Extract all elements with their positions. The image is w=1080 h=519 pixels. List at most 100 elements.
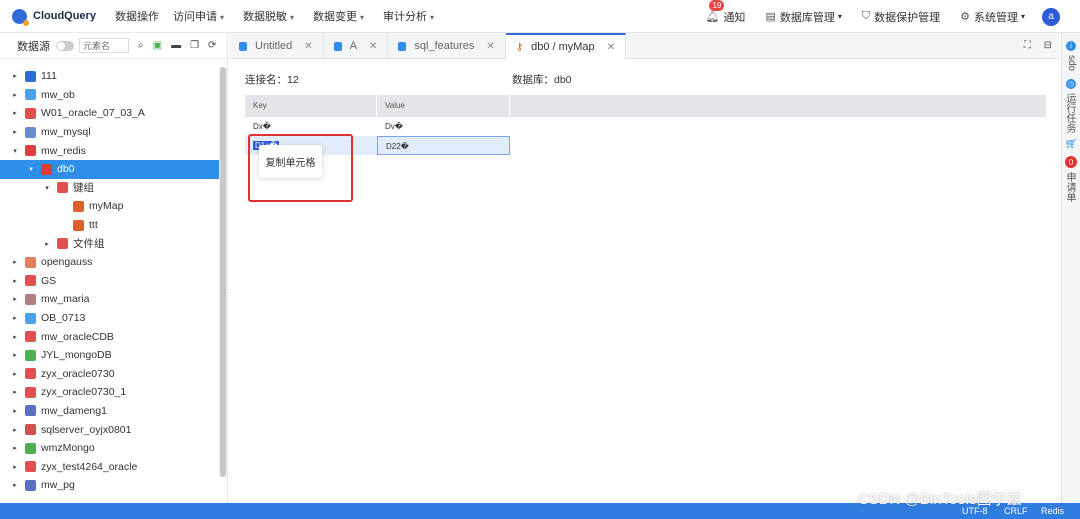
- tree-node[interactable]: ▸ GS: [0, 272, 220, 291]
- avatar[interactable]: a: [1042, 7, 1060, 26]
- nav-item-data-change[interactable]: 数据变更 ▾: [313, 8, 364, 24]
- tree-node[interactable]: ▸ zyx_oracle0730: [0, 365, 220, 384]
- chevron-right-icon[interactable]: ▸: [10, 388, 20, 396]
- table-row[interactable]: Dx� Dv�: [245, 117, 1046, 136]
- close-icon[interactable]: ✕: [369, 41, 377, 52]
- rail-item-sdo[interactable]: sdo: [1065, 55, 1077, 71]
- data-protect-menu[interactable]: ⛉ 数据保护管理: [862, 9, 940, 25]
- tree-node[interactable]: ▸ mw_dameng1: [0, 402, 220, 421]
- tab-a[interactable]: A ✕: [324, 33, 389, 59]
- chevron-right-icon[interactable]: ▸: [10, 277, 20, 285]
- tree-node[interactable]: ▾ 键组: [0, 179, 220, 198]
- grid-header: Key Value: [245, 95, 1046, 117]
- tree-node[interactable]: ▸ mw_ob: [0, 86, 220, 105]
- tree-node[interactable]: ▸ opengauss: [0, 253, 220, 272]
- tree-node[interactable]: ▾ db0: [0, 159, 220, 179]
- sql-file-icon: [333, 41, 342, 51]
- close-icon[interactable]: ✕: [486, 41, 494, 52]
- value-cell[interactable]: D22�: [377, 136, 510, 155]
- close-icon[interactable]: ✕: [304, 41, 312, 52]
- tab-db0-mymap[interactable]: ⚷ db0 / myMap ✕: [505, 33, 627, 59]
- close-icon[interactable]: ✕: [607, 42, 615, 53]
- task-icon[interactable]: ◷: [1066, 79, 1076, 90]
- tree-node[interactable]: ▸ zyx_test4264_oracle: [0, 457, 220, 476]
- refresh-icon[interactable]: ⟳: [208, 40, 216, 51]
- tree-node-label: OB_0713: [41, 312, 86, 325]
- tree-node[interactable]: ▸ sqlserver_oyjx0801: [0, 420, 220, 439]
- search-icon[interactable]: ⌕: [138, 40, 144, 51]
- tab-sql-features[interactable]: sql_features ✕: [388, 33, 506, 59]
- chevron-right-icon[interactable]: ▸: [10, 351, 20, 359]
- element-search-input[interactable]: [79, 38, 129, 53]
- tree-node[interactable]: ▸ mw_oracleCDB: [0, 327, 220, 346]
- tree-node[interactable]: myMap: [0, 197, 220, 216]
- tree-node[interactable]: ▾ mw_redis: [0, 141, 220, 160]
- nav-item-audit[interactable]: 审计分析 ▾: [383, 8, 434, 24]
- tab-label: A: [349, 40, 358, 52]
- new-file-icon[interactable]: ▣: [153, 40, 162, 51]
- tree-node[interactable]: ▸ W01_oracle_07_03_A: [0, 104, 220, 123]
- chevron-right-icon[interactable]: ▸: [10, 91, 20, 99]
- chevron-right-icon[interactable]: ▸: [10, 370, 20, 378]
- rail-item-applications[interactable]: 申请单: [1064, 172, 1077, 202]
- tree-node[interactable]: ▸ zyx_oracle0730_1: [0, 383, 220, 402]
- chevron-right-icon[interactable]: ▸: [10, 258, 20, 266]
- folder-icon[interactable]: ▬: [171, 40, 181, 51]
- chevron-right-icon[interactable]: ▸: [10, 128, 20, 136]
- nav-label: 访问申请: [173, 11, 217, 23]
- app-logo[interactable]: CloudQuery: [12, 8, 115, 26]
- chevron-right-icon[interactable]: ▸: [10, 481, 20, 489]
- copy-icon[interactable]: ❐: [190, 40, 199, 51]
- chevron-right-icon[interactable]: ▸: [10, 109, 20, 117]
- chevron-right-icon[interactable]: ▸: [42, 240, 52, 248]
- tree-node[interactable]: ▸ OB_0713: [0, 309, 220, 328]
- cart-icon[interactable]: 🛒︎: [1062, 139, 1080, 150]
- tree-node[interactable]: ▸ mw_pg: [0, 476, 220, 495]
- tree-node[interactable]: ▸ mw_maria: [0, 290, 220, 309]
- datasource-icon: [25, 349, 36, 361]
- tree-node[interactable]: ▸ wmzMongo: [0, 439, 220, 458]
- context-menu-copy-cell[interactable]: 复制单元格: [259, 145, 322, 178]
- chevron-right-icon[interactable]: ▸: [10, 333, 20, 341]
- sidebar-scrollbar[interactable]: [220, 67, 226, 477]
- tree-node-label: zyx_oracle0730: [41, 367, 115, 380]
- datasource-icon: [25, 145, 36, 157]
- resize-handle-icon[interactable]: ⋮: [221, 288, 229, 297]
- info-icon[interactable]: i: [1066, 41, 1076, 51]
- tab-untitled[interactable]: Untitled ✕: [229, 33, 324, 59]
- datasource-icon: [41, 163, 52, 175]
- tree-node[interactable]: ▸ JYL_mongoDB: [0, 346, 220, 365]
- fullscreen-icon[interactable]: ⛶: [1024, 40, 1031, 51]
- panel-icon[interactable]: ⊟: [1044, 40, 1052, 51]
- chevron-down-icon[interactable]: ▾: [42, 184, 52, 192]
- column-header-value[interactable]: Value: [377, 95, 510, 117]
- tree-node-label: wmzMongo: [41, 442, 95, 455]
- value-cell[interactable]: Dv�: [377, 117, 510, 136]
- chevron-right-icon[interactable]: ▸: [10, 407, 20, 415]
- db-manage-menu[interactable]: ▤ 数据库管理 ▾: [765, 9, 841, 25]
- nav-item-data-ops[interactable]: 数据操作: [115, 8, 159, 24]
- nav-item-access-request[interactable]: 访问申请 ▾: [173, 8, 224, 24]
- chevron-right-icon[interactable]: ▸: [10, 426, 20, 434]
- chevron-down-icon[interactable]: ▾: [26, 165, 36, 173]
- table-row[interactable]: D1x� D22�: [245, 136, 1046, 155]
- tree-node[interactable]: ▸ 111: [0, 67, 220, 86]
- tree-node[interactable]: ▸ 文件组: [0, 234, 220, 253]
- notify-button[interactable]: 🔔︎ 19 通知: [705, 0, 745, 25]
- chevron-right-icon[interactable]: ▸: [10, 72, 20, 80]
- tree-node-label: 111: [41, 70, 57, 83]
- tree-node[interactable]: ttt: [0, 216, 220, 235]
- system-menu[interactable]: ⚙ 系统管理 ▾: [960, 9, 1025, 25]
- chevron-right-icon[interactable]: ▸: [10, 444, 20, 452]
- chevron-right-icon[interactable]: ▸: [10, 463, 20, 471]
- column-header-key[interactable]: Key: [245, 95, 377, 117]
- tree-node[interactable]: ▸ mw_mysql: [0, 123, 220, 142]
- nav-label: 审计分析: [383, 11, 428, 23]
- chevron-right-icon[interactable]: ▸: [10, 295, 20, 303]
- nav-item-data-masking[interactable]: 数据脱敏 ▾: [243, 8, 294, 24]
- tab-actions: ⛶ ⊟: [1014, 40, 1052, 51]
- chevron-down-icon[interactable]: ▾: [10, 147, 20, 155]
- rail-item-running-tasks[interactable]: 运行任务: [1064, 93, 1077, 133]
- datasource-toggle[interactable]: [56, 40, 74, 51]
- chevron-right-icon[interactable]: ▸: [10, 314, 20, 322]
